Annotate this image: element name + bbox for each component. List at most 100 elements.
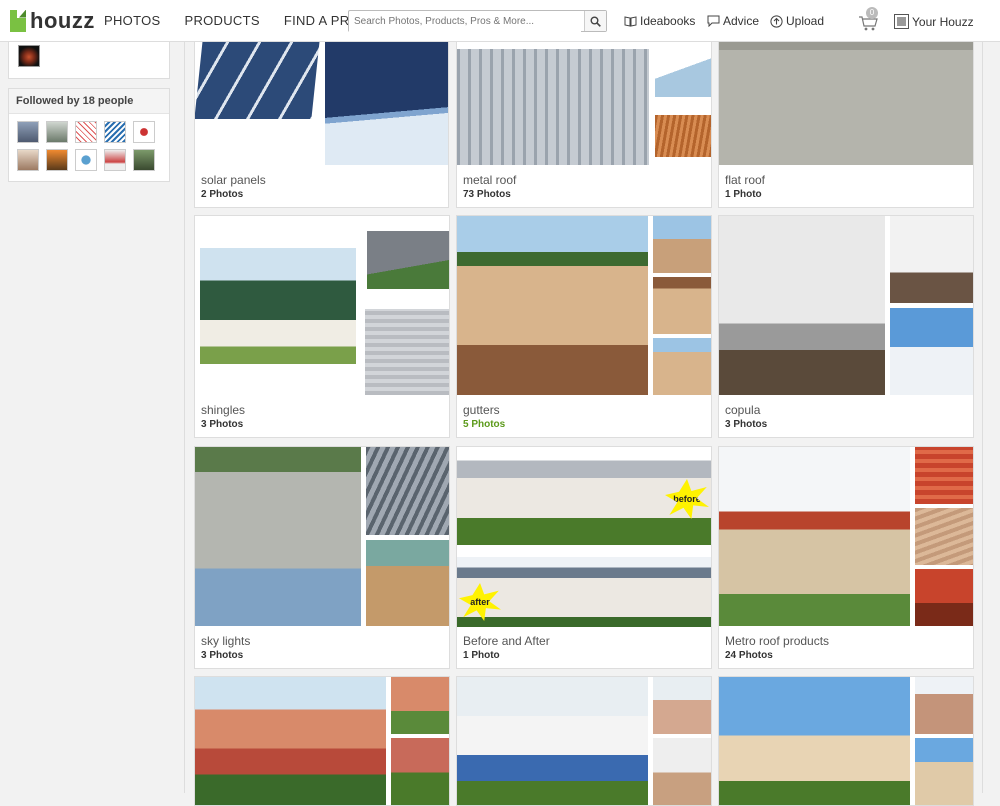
ideabooks-link[interactable]: Ideabooks: [624, 14, 695, 28]
ideabook-card[interactable]: copula 3 Photos: [718, 215, 974, 438]
search-button[interactable]: [584, 11, 606, 31]
card-photo-count: 1 Photo: [463, 650, 500, 661]
follower-avatar[interactable]: [17, 121, 39, 143]
search-icon: [590, 16, 601, 27]
ideabook-card[interactable]: gutters 5 Photos: [456, 215, 712, 438]
card-thumbnail: [195, 447, 361, 626]
ideabook-card[interactable]: flat roof 1 Photo: [718, 30, 974, 208]
follower-avatar[interactable]: [133, 149, 155, 171]
card-title: sky lights: [201, 634, 251, 648]
card-thumbnail: [325, 31, 448, 165]
card-thumbnail: [915, 569, 973, 626]
card-thumbnail: [457, 31, 649, 165]
follower-avatar[interactable]: [17, 149, 39, 171]
card-photo-count: 3 Photos: [201, 650, 244, 661]
card-photo-count: 3 Photos: [725, 419, 768, 430]
card-photo-count: 24 Photos: [725, 650, 773, 661]
your-houzz-label: Your Houzz: [912, 14, 974, 29]
ideabook-card[interactable]: shingles 3 Photos: [194, 215, 450, 438]
houzz-logo[interactable]: houzz: [10, 8, 95, 34]
card-thumbnail: [915, 508, 973, 565]
follower-avatar[interactable]: [46, 121, 68, 143]
card-thumbnail: [391, 738, 449, 805]
card-title: metal roof: [463, 173, 517, 187]
cart-count-badge: 0: [866, 7, 878, 19]
card-thumbnail: [719, 31, 973, 165]
card-thumbnail: [915, 447, 973, 504]
card-photo-count: 5 Photos: [463, 419, 506, 430]
card-photo-count: 2 Photos: [201, 189, 244, 200]
advice-link[interactable]: Advice: [707, 14, 759, 28]
card-thumbnail: [915, 738, 973, 805]
top-header: houzz PHOTOS PRODUCTS FIND A PRO Ideaboo…: [0, 0, 1000, 42]
after-badge-label: after: [470, 597, 490, 607]
card-title: Metro roof products: [725, 634, 830, 648]
follower-avatar[interactable]: [75, 149, 97, 171]
ideabook-card[interactable]: solar panels 2 Photos: [194, 30, 449, 208]
follower-avatar[interactable]: [133, 121, 155, 143]
upload-label: Upload: [786, 14, 825, 28]
follower-avatar[interactable]: [75, 121, 97, 143]
card-thumbnail: [653, 277, 711, 334]
speech-bubble-icon: [707, 15, 720, 27]
card-thumbnail: [655, 115, 711, 157]
card-title: flat roof: [725, 173, 766, 187]
nav-photos[interactable]: PHOTOS: [104, 13, 160, 28]
ideabook-card[interactable]: before after Before and After 1 Photo: [456, 446, 712, 669]
ideabooks-label: Ideabooks: [640, 14, 696, 28]
card-title: Before and After: [463, 634, 550, 648]
ideabook-card[interactable]: [718, 676, 974, 806]
nav-products[interactable]: PRODUCTS: [184, 13, 259, 28]
ideabook-icon: [624, 16, 637, 27]
card-thumbnail: [195, 677, 386, 805]
ideabook-card[interactable]: metal roof 73 Photos: [456, 30, 712, 208]
cart-button[interactable]: 0: [858, 7, 882, 32]
card-photo-count: 1 Photo: [725, 189, 762, 200]
card-thumbnail: [719, 216, 885, 395]
card-title: solar panels: [201, 173, 266, 187]
card-thumbnail: [195, 31, 321, 119]
ideabook-card[interactable]: [456, 676, 712, 806]
houzz-logo-icon: [10, 9, 26, 32]
card-title: copula: [725, 403, 761, 417]
profile-icon: [894, 14, 909, 29]
card-thumbnail: [200, 248, 356, 364]
card-photo-count: 3 Photos: [201, 419, 244, 430]
card-thumbnail: [890, 216, 973, 303]
card-thumbnail: [653, 338, 711, 395]
card-thumbnail: [367, 231, 449, 289]
ideabook-card[interactable]: [194, 676, 450, 806]
ideabook-card[interactable]: Metro roof products 24 Photos: [718, 446, 974, 669]
content-border-left: [184, 42, 185, 793]
search-box: [348, 10, 607, 32]
your-houzz-menu[interactable]: Your Houzz: [894, 14, 974, 29]
card-thumbnail: [365, 309, 449, 395]
upload-icon: [770, 14, 783, 28]
owner-avatar[interactable]: [18, 45, 40, 67]
upload-link[interactable]: Upload: [770, 14, 824, 28]
content-border-right: [982, 42, 983, 793]
card-title: gutters: [463, 403, 500, 417]
card-thumbnail: [719, 677, 910, 805]
follower-avatar[interactable]: [104, 149, 126, 171]
card-thumbnail: [366, 540, 449, 626]
card-thumbnail: [653, 738, 711, 805]
ideabook-card[interactable]: sky lights 3 Photos: [194, 446, 450, 669]
card-thumbnail: [915, 677, 973, 734]
follower-avatar[interactable]: [104, 121, 126, 143]
main-nav: PHOTOS PRODUCTS FIND A PRO: [104, 13, 384, 28]
card-thumbnail: [653, 216, 711, 273]
card-thumbnail: [457, 216, 648, 395]
card-thumbnail: [890, 308, 973, 395]
logo-text: houzz: [30, 7, 95, 33]
follower-avatar[interactable]: [46, 149, 68, 171]
card-thumbnail: [366, 447, 449, 535]
followers-grid: [9, 114, 169, 178]
advice-label: Advice: [723, 14, 760, 28]
card-thumbnail: [457, 677, 648, 805]
owner-box: [8, 38, 170, 79]
followed-by-label[interactable]: Followed by 18 people: [9, 89, 169, 114]
card-thumbnail: [719, 447, 910, 626]
card-photo-count: 73 Photos: [463, 189, 511, 200]
search-input[interactable]: [349, 11, 581, 32]
